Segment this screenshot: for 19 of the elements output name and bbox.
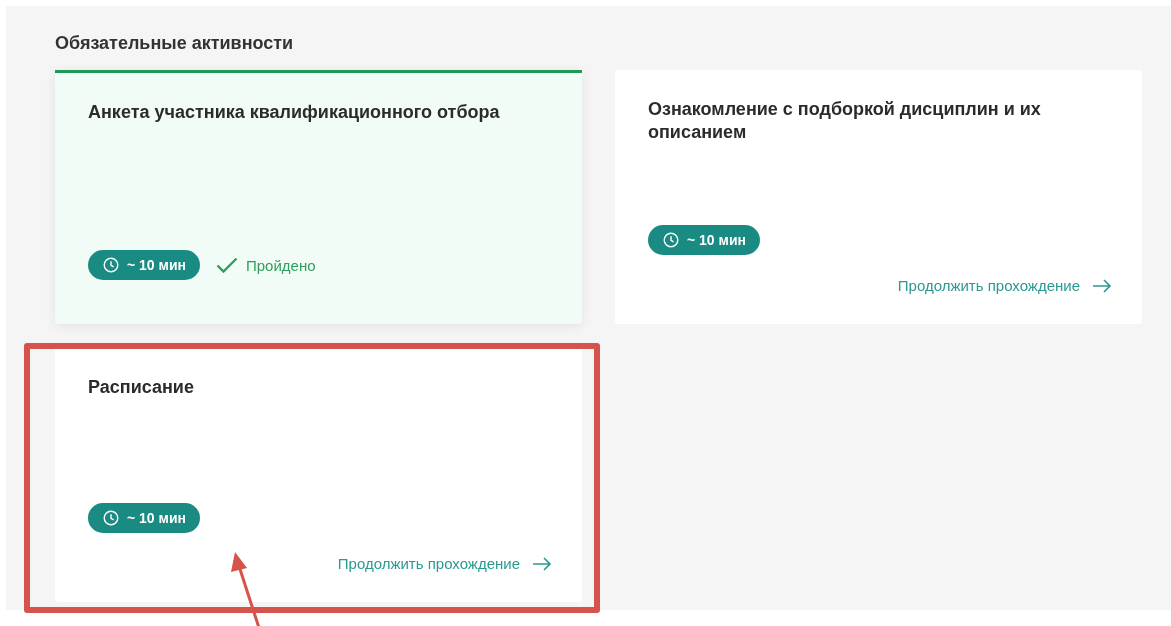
activity-card[interactable]: Анкета участника квалификационного отбора ~ 10 мин Пройдено bbox=[55, 70, 582, 324]
arrow-right-icon bbox=[532, 556, 552, 571]
card-title: Ознакомление с подборкой дисциплин и их описанием bbox=[648, 98, 1042, 144]
clock-icon bbox=[103, 510, 119, 526]
card-title: Расписание bbox=[88, 376, 194, 399]
clock-icon bbox=[103, 257, 119, 273]
duration-text: ~ 10 мин bbox=[127, 510, 186, 526]
duration-text: ~ 10 мин bbox=[127, 257, 186, 273]
activity-card[interactable]: Ознакомление с подборкой дисциплин и их описанием ~ 10 мин Продолжить прохождение bbox=[615, 70, 1142, 324]
duration-text: ~ 10 мин bbox=[687, 232, 746, 248]
clock-icon bbox=[663, 232, 679, 248]
activity-card[interactable]: Расписание ~ 10 мин Продолжить прохождение bbox=[55, 348, 582, 602]
continue-link[interactable]: Продолжить прохождение bbox=[337, 555, 552, 572]
card-title: Анкета участника квалификационного отбора bbox=[88, 101, 500, 124]
arrow-right-icon bbox=[1092, 278, 1112, 293]
continue-link[interactable]: Продолжить прохождение bbox=[897, 277, 1112, 294]
checkmark-icon bbox=[215, 257, 238, 273]
section-title: Обязательные активности bbox=[55, 33, 294, 54]
status-text: Пройдено bbox=[245, 256, 316, 274]
